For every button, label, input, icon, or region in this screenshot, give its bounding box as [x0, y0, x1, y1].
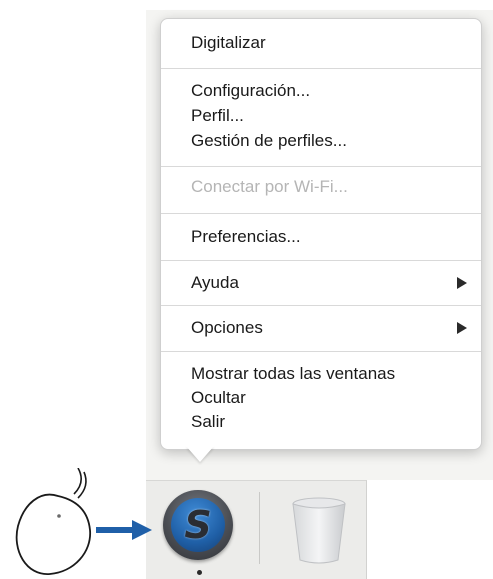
- trash-icon[interactable]: [290, 496, 348, 566]
- menu-separator: [161, 213, 481, 214]
- menu-item-preferencias[interactable]: Preferencias...: [161, 225, 481, 249]
- menu-item-ayuda[interactable]: Ayuda: [161, 271, 481, 295]
- scansnap-s-icon[interactable]: S: [163, 490, 233, 560]
- menu-item-label: Ayuda: [191, 273, 239, 292]
- menu-item-digitalizar[interactable]: Digitalizar: [161, 31, 481, 55]
- menu-item-salir[interactable]: Salir: [161, 410, 481, 434]
- menu-item-label: Opciones: [191, 318, 263, 337]
- menu-pointer: [186, 446, 214, 462]
- submenu-arrow-icon: [457, 277, 467, 289]
- dock-divider: [259, 492, 260, 564]
- running-indicator: [197, 570, 202, 575]
- right-arrow-icon: [96, 520, 152, 540]
- app-icon-letter: S: [184, 503, 212, 547]
- menu-item-label: Preferencias...: [191, 227, 301, 246]
- mouse-icon: [15, 468, 91, 575]
- menu-separator: [161, 305, 481, 306]
- menu-item-gestion-perfiles[interactable]: Gestión de perfiles...: [161, 129, 481, 153]
- menu-separator: [161, 166, 481, 167]
- menu-item-opciones[interactable]: Opciones: [161, 316, 481, 340]
- menu-separator: [161, 351, 481, 352]
- menu-separator: [161, 260, 481, 261]
- menu-item-label: Ocultar: [191, 388, 246, 407]
- menu-item-label: Mostrar todas las ventanas: [191, 364, 396, 383]
- submenu-arrow-icon: [457, 322, 467, 334]
- menu-item-perfil[interactable]: Perfil...: [161, 104, 481, 128]
- menu-item-label: Gestión de perfiles...: [191, 131, 347, 150]
- menu-item-label: Configuración...: [191, 81, 311, 100]
- app-icon-face: S: [171, 498, 225, 552]
- menu-item-ocultar[interactable]: Ocultar: [161, 386, 481, 410]
- menu-item-label: Conectar por Wi-Fi...: [191, 177, 348, 196]
- menu-item-label: Perfil...: [191, 106, 244, 125]
- menu-item-conectar-wifi: Conectar por Wi-Fi...: [161, 175, 481, 199]
- menu-item-label: Digitalizar: [191, 33, 266, 52]
- dock-context-menu: Digitalizar Configuración... Perfil... G…: [160, 18, 482, 450]
- menu-separator: [161, 68, 481, 69]
- menu-item-mostrar-ventanas[interactable]: Mostrar todas las ventanas: [161, 362, 481, 386]
- menu-item-configuracion[interactable]: Configuración...: [161, 79, 481, 103]
- menu-item-label: Salir: [191, 412, 226, 431]
